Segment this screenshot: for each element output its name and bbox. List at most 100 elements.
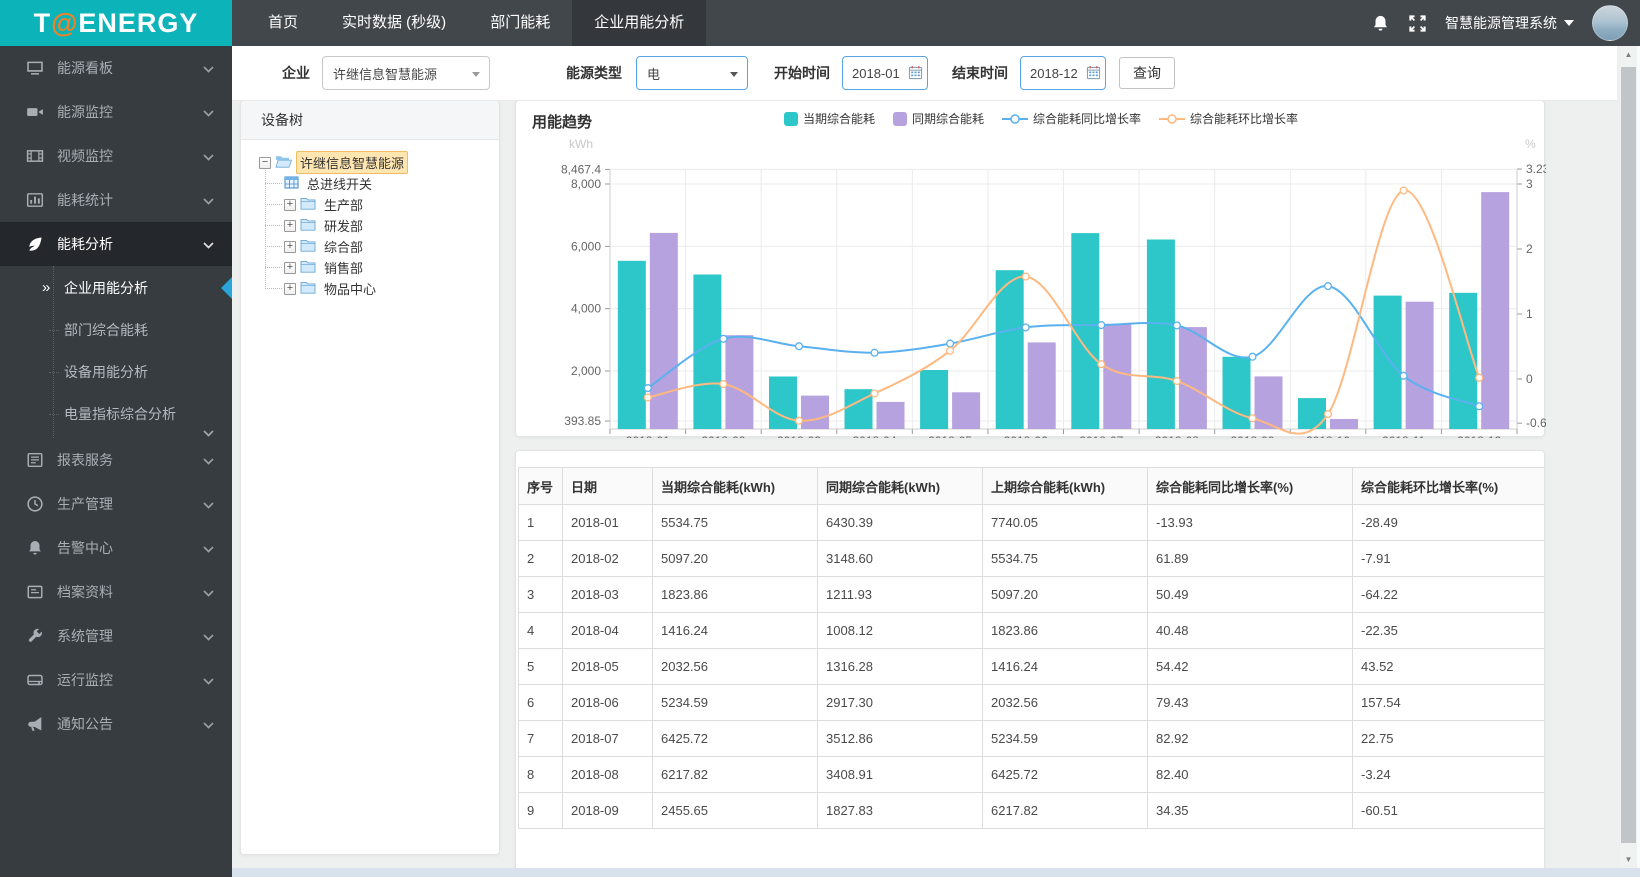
active-pointer-icon: »: [42, 279, 51, 296]
tree-node[interactable]: + 研发部: [284, 215, 499, 236]
table-body: 1 2018-01 5534.75 6430.39 7740.05 -13.93 -28.4…: [518, 504, 1544, 829]
tree-node-label[interactable]: 许继信息智慧能源: [296, 151, 409, 174]
fullscreen-icon[interactable]: [1408, 14, 1427, 33]
tree-node-label[interactable]: 研发部: [320, 214, 367, 237]
table-cell: 6430.39: [817, 504, 983, 541]
leaf-icon: [26, 235, 44, 253]
table-cell: 22.75: [1352, 720, 1544, 757]
tree-node-root[interactable]: − 许继信息智慧能源: [259, 151, 499, 174]
sidebar-item-label: 系统管理: [57, 628, 113, 644]
sidebar-item[interactable]: 能源看板: [0, 46, 232, 90]
sidebar-subitem[interactable]: 设备用能分析: [0, 351, 232, 393]
tree-node-label[interactable]: 销售部: [320, 256, 367, 279]
tree-node[interactable]: + 生产部: [284, 194, 499, 215]
table-cell: 2018-06: [562, 684, 653, 721]
tree-expand-icon[interactable]: +: [284, 198, 296, 211]
calendar-icon[interactable]: [1086, 65, 1101, 80]
scrollbar-thumb[interactable]: [1621, 67, 1636, 843]
sidebar-item-label: 能耗统计: [57, 192, 113, 208]
sidebar-item[interactable]: 档案资料: [0, 570, 232, 614]
table-cell: 6425.72: [652, 720, 818, 757]
tree-node-label[interactable]: 综合部: [320, 235, 367, 258]
nav-tab[interactable]: 部门能耗: [468, 0, 572, 46]
tree-node[interactable]: + 销售部: [284, 257, 499, 278]
sidebar-item[interactable]: 生产管理: [0, 482, 232, 526]
scroll-up-icon[interactable]: ▲: [1620, 46, 1637, 63]
bar-current: [1298, 398, 1326, 429]
nav-tab[interactable]: 首页: [246, 0, 320, 46]
sidebar-item[interactable]: 系统管理: [0, 614, 232, 658]
table-cell: 5234.59: [652, 684, 818, 721]
sidebar-item-label: 运行监控: [57, 672, 113, 688]
table-cell: 3148.60: [817, 540, 983, 577]
sidebar-subitem[interactable]: » 企业用能分析: [0, 267, 232, 309]
horizontal-scrollbar[interactable]: [232, 868, 1640, 877]
sidebar-item[interactable]: 视频监控: [0, 134, 232, 178]
table-cell: -28.49: [1352, 504, 1544, 541]
table-row: 6 2018-06 5234.59 2917.30 2032.56 79.43 157.54: [518, 684, 1544, 721]
sidebar-subitem[interactable]: 电量指标综合分析: [0, 393, 232, 437]
table-cell: 2: [518, 540, 563, 577]
folder-icon: [300, 239, 316, 255]
scroll-down-icon[interactable]: ▼: [1620, 851, 1637, 868]
company-select[interactable]: 许继信息智慧能源: [322, 56, 490, 90]
sidebar-submenu: » 企业用能分析部门综合能耗设备用能分析 电量指标综合分析: [0, 266, 232, 438]
tree-expand-icon[interactable]: +: [284, 240, 296, 253]
bar-current: [844, 389, 873, 429]
svg-text:2018-05: 2018-05: [928, 434, 972, 438]
film-icon: [26, 147, 44, 165]
sidebar-item-label: 能源看板: [57, 60, 113, 76]
sidebar-item[interactable]: 能源监控: [0, 90, 232, 134]
chevron-down-icon: [203, 60, 214, 76]
table-row: 1 2018-01 5534.75 6430.39 7740.05 -13.93 -28.4…: [518, 504, 1544, 541]
table-cell: 2018-09: [562, 792, 653, 829]
tree-node[interactable]: 总进线开关: [284, 173, 499, 194]
tree-node[interactable]: + 综合部: [284, 236, 499, 257]
calendar-icon[interactable]: [908, 65, 923, 80]
tree-node[interactable]: + 物品中心: [284, 278, 499, 299]
table-cell: -60.51: [1352, 792, 1544, 829]
table-cell: 5097.20: [982, 576, 1148, 613]
sidebar-item[interactable]: 告警中心: [0, 526, 232, 570]
energy-type-select[interactable]: 电: [636, 56, 748, 90]
energy-type-label: 能源类型: [566, 65, 622, 81]
nav-tab[interactable]: 实时数据 (秒级): [320, 0, 468, 46]
sidebar-subitem[interactable]: 部门综合能耗: [0, 309, 232, 351]
active-marker-icon: [221, 277, 232, 299]
tree-collapse-icon[interactable]: −: [259, 156, 271, 169]
table-header-cell: 序号: [518, 467, 563, 505]
notification-bell-icon[interactable]: [1371, 14, 1390, 33]
svg-text:2018-02: 2018-02: [701, 434, 745, 438]
tree-node-label[interactable]: 总进线开关: [303, 172, 376, 195]
sidebar-item[interactable]: 报表服务: [0, 438, 232, 482]
sidebar-item[interactable]: 能耗统计: [0, 178, 232, 222]
svg-text:3.23: 3.23: [1526, 162, 1546, 176]
bar-previous-year: [876, 401, 905, 429]
nav-tab[interactable]: 企业用能分析: [572, 0, 707, 46]
tree-expand-icon[interactable]: +: [284, 261, 296, 274]
query-button[interactable]: 查询: [1119, 57, 1175, 89]
camera-icon: [26, 103, 44, 121]
app-root: T@ENERGY 首页 实时数据 (秒级) 部门能耗 企业用能分析 智慧能源管理系统 …: [0, 0, 1640, 877]
system-name-dropdown[interactable]: 智慧能源管理系统: [1445, 13, 1574, 33]
tree-expand-icon[interactable]: +: [284, 282, 296, 295]
sidebar-item[interactable]: 运行监控: [0, 658, 232, 702]
table-header-cell: 上期综合能耗(kWh): [982, 467, 1148, 505]
table-cell: 1416.24: [652, 612, 818, 649]
tree-node-label[interactable]: 物品中心: [320, 277, 380, 300]
table-cell: 43.52: [1352, 648, 1544, 685]
tree-node-label[interactable]: 生产部: [320, 193, 367, 216]
sidebar-item[interactable]: 通知公告: [0, 702, 232, 746]
sidebar-item[interactable]: 能耗分析: [0, 222, 232, 266]
tree-guide-stub: [265, 288, 282, 289]
user-avatar[interactable]: [1592, 5, 1628, 41]
sidebar-menu: 能源看板能源监控 视频监控能耗统计能耗分析 » 企业用能分析部门综合能耗设备用能分析电…: [0, 46, 232, 877]
tree-expand-icon[interactable]: +: [284, 219, 296, 232]
page-scrollbar[interactable]: ▲ ▼: [1620, 46, 1637, 868]
table-cell: 2018-08: [562, 756, 653, 793]
table-cell: -13.93: [1147, 504, 1353, 541]
table-cell: 6425.72: [982, 756, 1148, 793]
sidebar-subitem-label: 部门综合能耗: [64, 322, 148, 338]
folder-icon: [300, 281, 316, 297]
table-cell: 5534.75: [652, 504, 818, 541]
